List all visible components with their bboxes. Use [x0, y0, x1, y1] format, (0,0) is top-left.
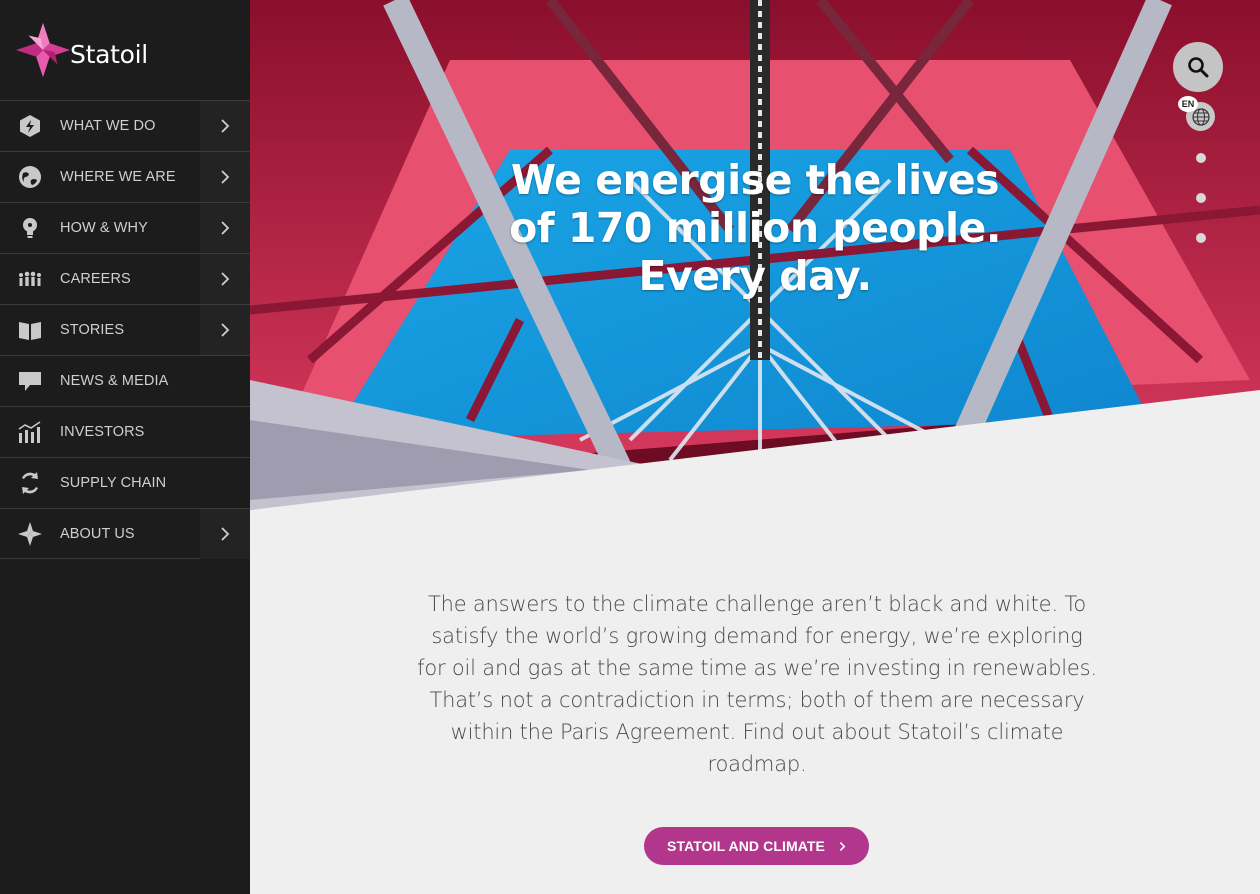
hero-headline-line-1: We energise the lives	[510, 156, 1000, 204]
sidebar-item-label: SUPPLY CHAIN	[60, 475, 167, 491]
carousel-dot-1[interactable]	[1196, 153, 1206, 163]
book-icon	[0, 317, 60, 343]
statoil-logo[interactable]: Statoil	[0, 0, 250, 100]
chart-icon	[0, 419, 60, 445]
people-icon	[0, 266, 60, 292]
carousel-dot-3[interactable]	[1196, 233, 1206, 243]
language-selector[interactable]: EN	[1178, 96, 1218, 132]
sidebar-item-news-media[interactable]: NEWS & MEDIA	[0, 355, 250, 406]
lightbulb-icon	[0, 215, 60, 241]
sidebar-item-label: NEWS & MEDIA	[60, 373, 169, 389]
sidebar: Statoil WHAT WE DO WHERE WE ARE HOW & WH…	[0, 0, 250, 894]
chevron-right-icon	[839, 841, 846, 851]
sidebar-item-label: INVESTORS	[60, 424, 145, 440]
hero-banner: We energise the lives of 170 million peo…	[250, 0, 1260, 510]
chevron-right-icon[interactable]	[200, 203, 250, 253]
sidebar-item-supply-chain[interactable]: SUPPLY CHAIN	[0, 457, 250, 508]
globe-icon	[0, 164, 60, 190]
search-icon	[1188, 57, 1209, 78]
carousel-dot-2[interactable]	[1196, 193, 1206, 203]
cycle-arrows-icon	[0, 470, 60, 496]
language-code: EN	[1178, 96, 1198, 112]
speech-bubble-icon	[0, 368, 60, 394]
chevron-right-icon[interactable]	[200, 254, 250, 304]
hero-headline-line-3: Every day.	[638, 252, 872, 300]
hero-headline-line-2: of 170 million people.	[509, 204, 1001, 252]
chevron-right-icon[interactable]	[200, 152, 250, 202]
hexagon-bolt-icon	[0, 113, 60, 139]
statoil-and-climate-button[interactable]: STATOIL AND CLIMATE	[644, 827, 869, 865]
cta-label: STATOIL AND CLIMATE	[667, 838, 825, 854]
chevron-right-icon[interactable]	[200, 305, 250, 355]
sidebar-item-stories[interactable]: STORIES	[0, 304, 250, 355]
sidebar-item-about-us[interactable]: ABOUT US	[0, 508, 250, 559]
statoil-star-icon	[0, 521, 60, 547]
sidebar-item-what-we-do[interactable]: WHAT WE DO	[0, 100, 250, 151]
sidebar-item-how-why[interactable]: HOW & WHY	[0, 202, 250, 253]
main-nav: WHAT WE DO WHERE WE ARE HOW & WHY CAREER…	[0, 100, 250, 559]
sidebar-item-where-we-are[interactable]: WHERE WE ARE	[0, 151, 250, 202]
chevron-right-icon[interactable]	[200, 509, 250, 559]
statoil-star-logo-icon	[15, 22, 71, 78]
sidebar-item-careers[interactable]: CAREERS	[0, 253, 250, 304]
intro-paragraph: The answers to the climate challenge are…	[417, 592, 1097, 776]
hero-headline: We energise the lives of 170 million peo…	[250, 156, 1260, 300]
chevron-right-icon[interactable]	[200, 101, 250, 151]
sidebar-item-investors[interactable]: INVESTORS	[0, 406, 250, 457]
search-button[interactable]	[1173, 42, 1223, 92]
brand-name: Statoil	[70, 39, 148, 69]
